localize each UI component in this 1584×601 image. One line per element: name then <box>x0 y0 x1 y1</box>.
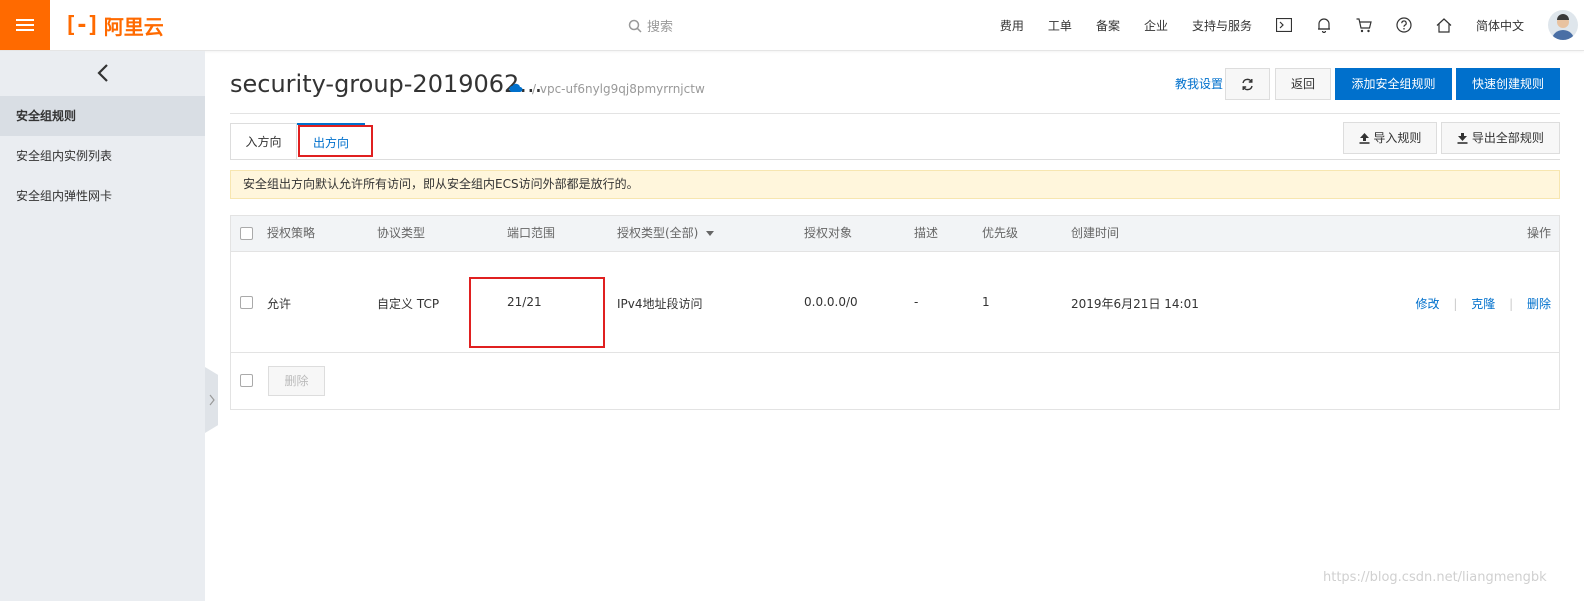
row-checkbox[interactable] <box>240 296 253 309</box>
quick-create-button[interactable]: 快速创建规则 <box>1456 68 1560 100</box>
sidebar-item-eni[interactable]: 安全组内弹性网卡 <box>0 176 205 216</box>
batch-delete-button[interactable]: 删除 <box>268 366 325 396</box>
download-icon <box>1457 133 1468 144</box>
edit-link[interactable]: 修改 <box>1416 297 1440 311</box>
nav-support[interactable]: 支持与服务 <box>1192 17 1252 34</box>
select-all-checkbox[interactable] <box>240 227 253 240</box>
col-actions: 操作 <box>1526 226 1551 240</box>
cart-icon[interactable] <box>1356 17 1372 33</box>
sidebar-toggle-handle[interactable] <box>205 367 218 433</box>
nav-tickets[interactable]: 工单 <box>1048 17 1072 34</box>
terminal-icon[interactable] <box>1275 17 1292 33</box>
top-nav: 费用 工单 备案 企业 支持与服务 简体中文 <box>1000 0 1584 50</box>
import-rules-label: 导入规则 <box>1373 131 1422 145</box>
aliyun-logo[interactable]: [-] 阿里云 <box>64 11 164 39</box>
search-placeholder: 搜索 <box>647 20 674 35</box>
cell-target: 0.0.0.0/0 <box>804 295 858 309</box>
table-header: 授权策略 协议类型 端口范围 授权类型(全部) 授权对象 描述 优先级 创建时间… <box>231 216 1559 252</box>
vpc-id[interactable]: / vpc-uf6nylg9qj8pmyrrnjctw <box>532 82 705 96</box>
help-setup-link[interactable]: 教我设置 <box>1175 75 1223 92</box>
cell-description: - <box>914 295 919 309</box>
avatar[interactable] <box>1548 10 1578 40</box>
upload-icon <box>1359 133 1370 144</box>
chevron-left-icon <box>96 64 108 82</box>
search-box[interactable]: 搜索 <box>628 16 673 35</box>
refresh-icon <box>1242 78 1253 91</box>
col-target: 授权对象 <box>804 226 853 240</box>
sidebar-item-rules[interactable]: 安全组规则 <box>0 96 205 136</box>
col-protocol: 协议类型 <box>377 226 426 240</box>
watermark: https://blog.csdn.net/liangmengbk <box>1323 570 1547 585</box>
col-port: 端口范围 <box>507 226 556 240</box>
back-button[interactable]: 返回 <box>1275 68 1331 100</box>
action-separator: | <box>1509 297 1514 311</box>
cell-priority: 1 <box>982 295 990 309</box>
aliyun-logo-icon: [-] <box>64 12 100 38</box>
collapse-sidebar-button[interactable] <box>0 51 205 95</box>
col-auth-type[interactable]: 授权类型(全部) <box>617 216 715 251</box>
clone-link[interactable]: 克隆 <box>1471 297 1495 311</box>
col-description: 描述 <box>914 226 939 240</box>
sidebar: 安全组规则 安全组内实例列表 安全组内弹性网卡 <box>0 51 205 601</box>
tab-inbound[interactable]: 入方向 <box>230 123 297 159</box>
logo-text: 阿里云 <box>103 14 164 39</box>
col-priority: 优先级 <box>982 226 1019 240</box>
nav-enterprise[interactable]: 企业 <box>1144 17 1168 34</box>
col-policy: 授权策略 <box>267 226 316 240</box>
highlight-box-port <box>469 277 605 348</box>
nav-icp[interactable]: 备案 <box>1096 17 1120 34</box>
chevron-right-icon <box>209 394 215 406</box>
page-title: security-group-2019062... <box>230 70 543 98</box>
col-auth-type-label: 授权类型(全部) <box>617 226 699 240</box>
cell-auth-type: IPv4地址段访问 <box>617 297 703 311</box>
hamburger-icon <box>16 19 34 31</box>
outbound-notice: 安全组出方向默认允许所有访问，即从安全组内ECS访问外部都是放行的。 <box>230 170 1560 199</box>
sidebar-item-instances[interactable]: 安全组内实例列表 <box>0 136 205 176</box>
nav-billing[interactable]: 费用 <box>1000 17 1024 34</box>
search-icon <box>628 19 642 33</box>
row-actions: 修改 | 克隆 | 删除 <box>1416 295 1551 312</box>
cloud-icon <box>509 83 523 92</box>
home-icon[interactable] <box>1436 17 1452 33</box>
bell-icon[interactable] <box>1316 17 1332 33</box>
language-switch[interactable]: 简体中文 <box>1476 17 1524 34</box>
caret-down-icon <box>706 231 715 236</box>
cell-protocol: 自定义 TCP <box>377 297 440 311</box>
cell-created: 2019年6月21日 14:01 <box>1071 297 1199 311</box>
export-rules-label: 导出全部规则 <box>1471 131 1544 145</box>
footer-select-checkbox[interactable] <box>240 374 253 387</box>
table-row: 允许 自定义 TCP 21/21 IPv4地址段访问 0.0.0.0/0 - 1… <box>231 252 1559 353</box>
header-divider <box>230 113 1560 114</box>
action-separator: | <box>1453 297 1458 311</box>
col-created: 创建时间 <box>1071 226 1120 240</box>
menu-button[interactable] <box>0 0 50 50</box>
delete-link[interactable]: 删除 <box>1527 297 1551 311</box>
import-rules-button[interactable]: 导入规则 <box>1343 122 1437 154</box>
help-icon[interactable] <box>1396 17 1412 33</box>
rules-table: 授权策略 协议类型 端口范围 授权类型(全部) 授权对象 描述 优先级 创建时间… <box>230 215 1560 410</box>
refresh-button[interactable] <box>1225 68 1270 100</box>
highlight-box-outbound <box>298 125 373 157</box>
export-rules-button[interactable]: 导出全部规则 <box>1441 122 1560 154</box>
top-bar: [-] 阿里云 搜索 费用 工单 备案 企业 支持与服务 简体中文 <box>0 0 1584 51</box>
cell-policy: 允许 <box>267 297 292 311</box>
add-rule-button[interactable]: 添加安全组规则 <box>1335 68 1452 100</box>
tabs-divider <box>230 159 1560 160</box>
